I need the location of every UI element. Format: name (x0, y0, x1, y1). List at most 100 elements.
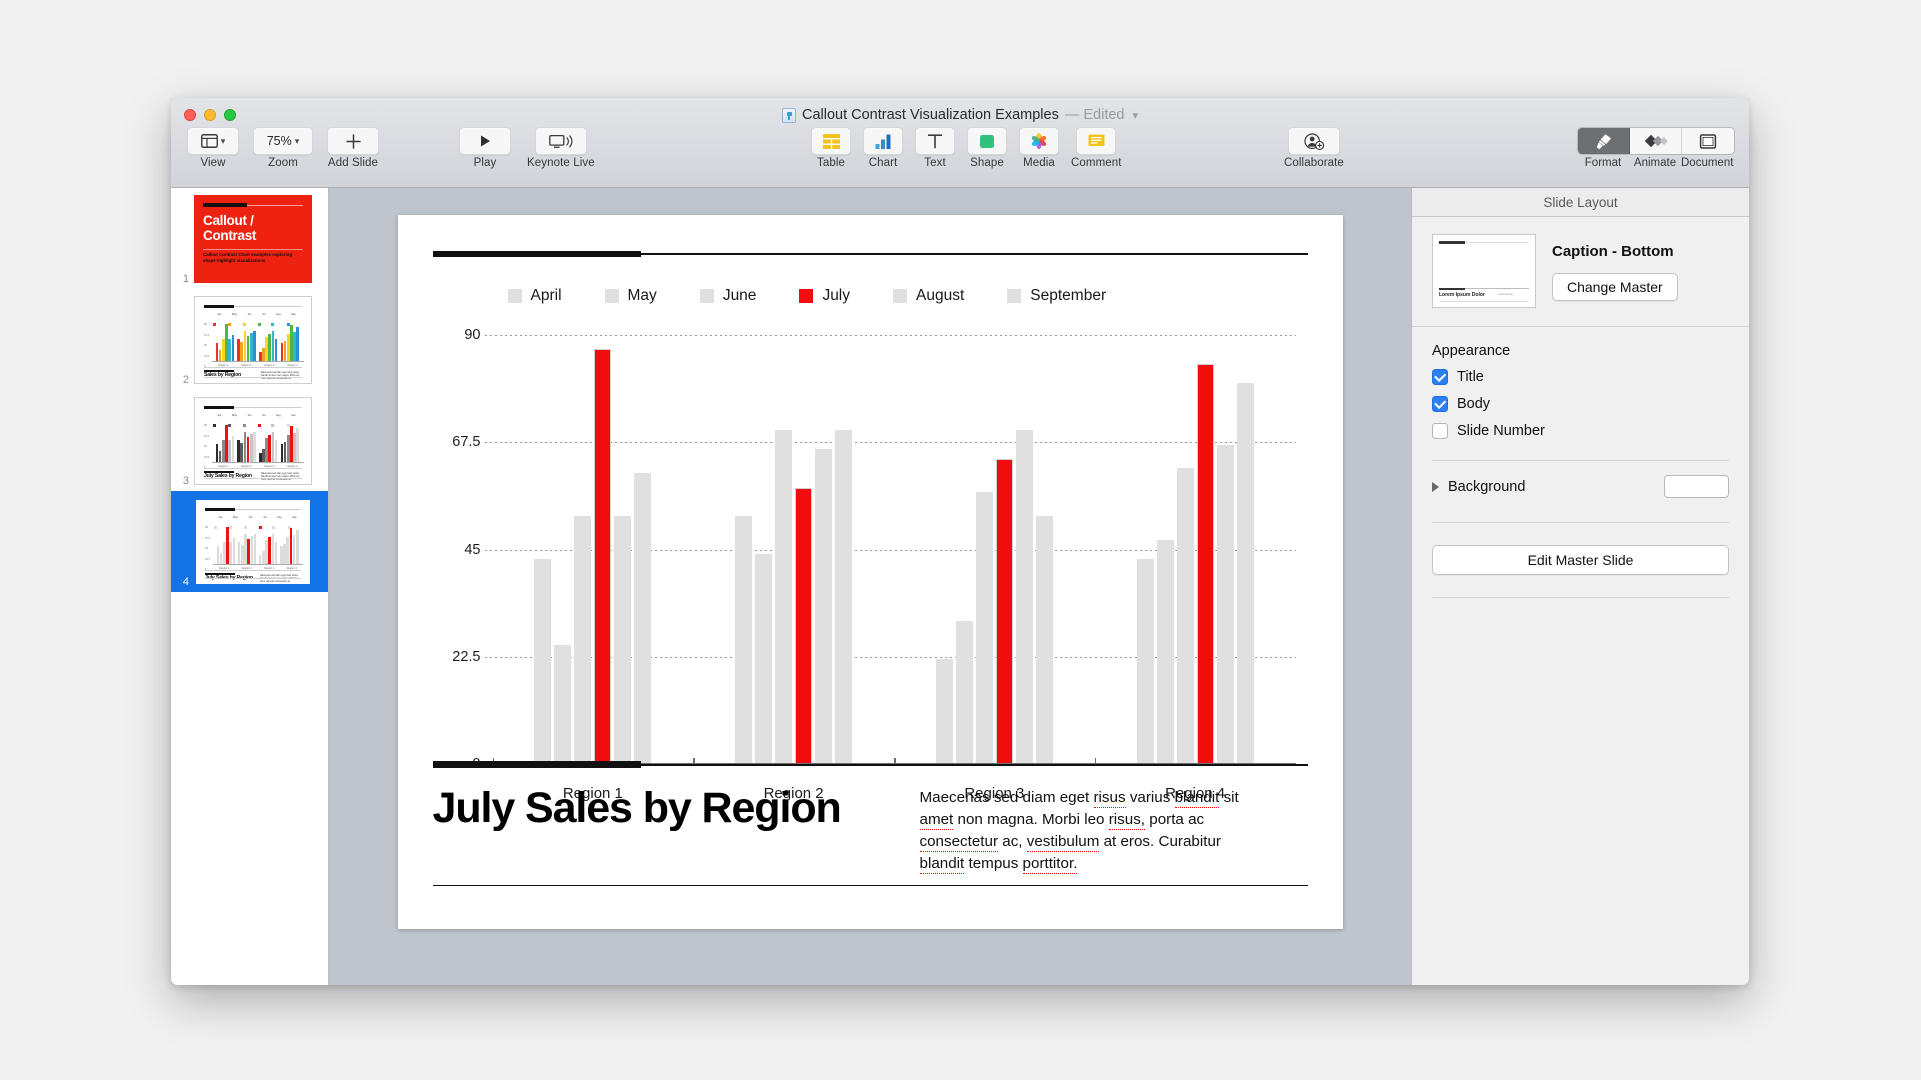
zoom-label: Zoom (268, 157, 298, 169)
shape-icon-button[interactable] (967, 127, 1007, 155)
play-button[interactable]: Play (459, 127, 511, 169)
comment-icon-button[interactable] (1076, 127, 1117, 155)
bar[interactable] (554, 644, 572, 764)
chart-bars[interactable] (493, 335, 1296, 764)
bar[interactable] (815, 449, 833, 764)
bar[interactable] (1035, 516, 1053, 764)
slide-thumbnail-2[interactable]: 2 AprMayJunJulAugSep 9067.54522.50 Regio… (171, 289, 328, 390)
bar[interactable] (574, 516, 592, 764)
slide-mid-accent-bar (432, 761, 641, 768)
legend-item-august[interactable]: August (893, 287, 964, 305)
checkbox-body[interactable] (1432, 396, 1448, 412)
y-tick-label: 67.5 (452, 434, 481, 451)
bar-group[interactable] (894, 335, 1095, 764)
bar[interactable] (1136, 559, 1154, 764)
master-thumbnail[interactable]: Lorem Ipsum Dolor Lorem ipsum (1432, 234, 1536, 308)
bar[interactable] (1176, 468, 1194, 764)
document-frame-icon (1699, 133, 1717, 149)
collaborate-button[interactable]: Collaborate (1284, 127, 1344, 169)
chart-legend[interactable]: April May June July August September (507, 287, 1303, 305)
bar-group[interactable] (493, 335, 694, 764)
bar[interactable] (955, 621, 973, 764)
background-row[interactable]: Background (1412, 461, 1749, 512)
chevron-down-icon[interactable]: ▾ (1132, 109, 1138, 122)
bar[interactable] (935, 659, 953, 764)
edit-master-slide-button[interactable]: Edit Master Slide (1432, 545, 1729, 575)
add-slide-button[interactable]: Add Slide (327, 127, 379, 169)
legend-item-april[interactable]: April (507, 287, 562, 305)
chart-plot-area[interactable]: 022.54567.590 Region 1Region 2Region 3Re… (433, 327, 1308, 802)
inspector-tab-group (1577, 127, 1735, 155)
legend-item-september[interactable]: September (1007, 287, 1106, 305)
play-icon-button[interactable] (459, 127, 511, 155)
bar[interactable] (835, 430, 853, 764)
close-button[interactable] (184, 109, 196, 121)
bar[interactable] (1196, 363, 1214, 764)
maximize-button[interactable] (224, 109, 236, 121)
table-button[interactable]: Table (811, 127, 851, 169)
text-button[interactable]: Text (915, 127, 955, 169)
bar-group[interactable] (693, 335, 894, 764)
slide-thumbnail-4[interactable]: 4 AprMayJunJulAugSep 9067.54522.50 Regio… (171, 491, 328, 592)
change-master-button[interactable]: Change Master (1552, 273, 1678, 301)
legend-item-june[interactable]: June (699, 287, 756, 305)
bar[interactable] (1156, 539, 1174, 764)
appearance-option-body[interactable]: Body (1432, 396, 1729, 412)
bar[interactable] (975, 492, 993, 764)
toolbar: Callout Contrast Visualization Examples … (171, 98, 1749, 188)
keynote-live-icon-button[interactable] (534, 127, 587, 155)
slide-body-text[interactable]: Maecenas sed diam eget risus varius blan… (919, 787, 1268, 875)
disclosure-triangle-icon[interactable] (1432, 481, 1439, 492)
slide-thumbnail-3[interactable]: 3 AprMayJunJulAugSep 9067.54522.50 Regio… (171, 390, 328, 491)
bar[interactable] (1236, 382, 1254, 764)
chart-icon-button[interactable] (863, 127, 903, 155)
bar[interactable] (614, 516, 632, 764)
tab-document[interactable] (1682, 128, 1734, 154)
bar[interactable] (775, 430, 793, 764)
slide-thumbnail-1[interactable]: 1 Callout / Contrast Callout Contrast Ch… (171, 188, 328, 289)
bar-group[interactable] (1095, 335, 1296, 764)
zoom-button[interactable]: 75% ▾ Zoom (253, 127, 313, 169)
appearance-option-title[interactable]: Title (1432, 369, 1729, 385)
checkbox-slide-number[interactable] (1432, 423, 1448, 439)
minimize-button[interactable] (204, 109, 216, 121)
tab-format-label: Format (1584, 157, 1622, 169)
slide-title[interactable]: July Sales by Region (433, 784, 842, 833)
table-icon-button[interactable] (811, 127, 851, 155)
shape-button[interactable]: Shape (967, 127, 1007, 169)
slide-canvas[interactable]: April May June July August September 022.5456… (329, 188, 1411, 985)
view-button[interactable]: ▾ View (187, 127, 239, 169)
comment-button[interactable]: Comment (1071, 127, 1122, 169)
background-color-well[interactable] (1664, 475, 1729, 498)
legend-swatch-icon (893, 289, 908, 303)
appearance-option-slide-number[interactable]: Slide Number (1432, 423, 1729, 439)
bar[interactable] (795, 487, 813, 764)
media-button[interactable]: Media (1019, 127, 1059, 169)
bar[interactable] (534, 559, 552, 764)
bar[interactable] (1015, 430, 1033, 764)
bar[interactable] (594, 349, 612, 764)
current-slide[interactable]: April May June July August September 022.5456… (397, 215, 1343, 929)
slide-thumb-image-2: AprMayJunJulAugSep 9067.54522.50 Region … (194, 296, 312, 384)
tab-format[interactable] (1578, 128, 1630, 154)
mini-bar-group (258, 522, 278, 564)
view-icon-button[interactable]: ▾ (187, 127, 239, 155)
checkbox-title[interactable] (1432, 369, 1448, 385)
tab-animate[interactable] (1630, 128, 1682, 154)
keynote-live-button[interactable]: Keynote Live (527, 127, 595, 169)
bar[interactable] (634, 473, 652, 764)
legend-item-july[interactable]: July (799, 287, 850, 305)
bar[interactable] (755, 554, 773, 764)
chart-button[interactable]: Chart (863, 127, 903, 169)
legend-item-may[interactable]: May (604, 287, 657, 305)
bar[interactable] (1216, 444, 1234, 764)
add-slide-icon-button[interactable] (327, 127, 379, 155)
edit-master-section: Edit Master Slide (1412, 523, 1749, 575)
slide-navigator[interactable]: 1 Callout / Contrast Callout Contrast Ch… (171, 188, 329, 985)
collaborate-icon-button[interactable] (1287, 127, 1340, 155)
text-icon-button[interactable] (915, 127, 955, 155)
zoom-value-button[interactable]: 75% ▾ (253, 127, 313, 155)
bar[interactable] (995, 458, 1013, 764)
bar[interactable] (735, 516, 753, 764)
media-icon-button[interactable] (1019, 127, 1059, 155)
